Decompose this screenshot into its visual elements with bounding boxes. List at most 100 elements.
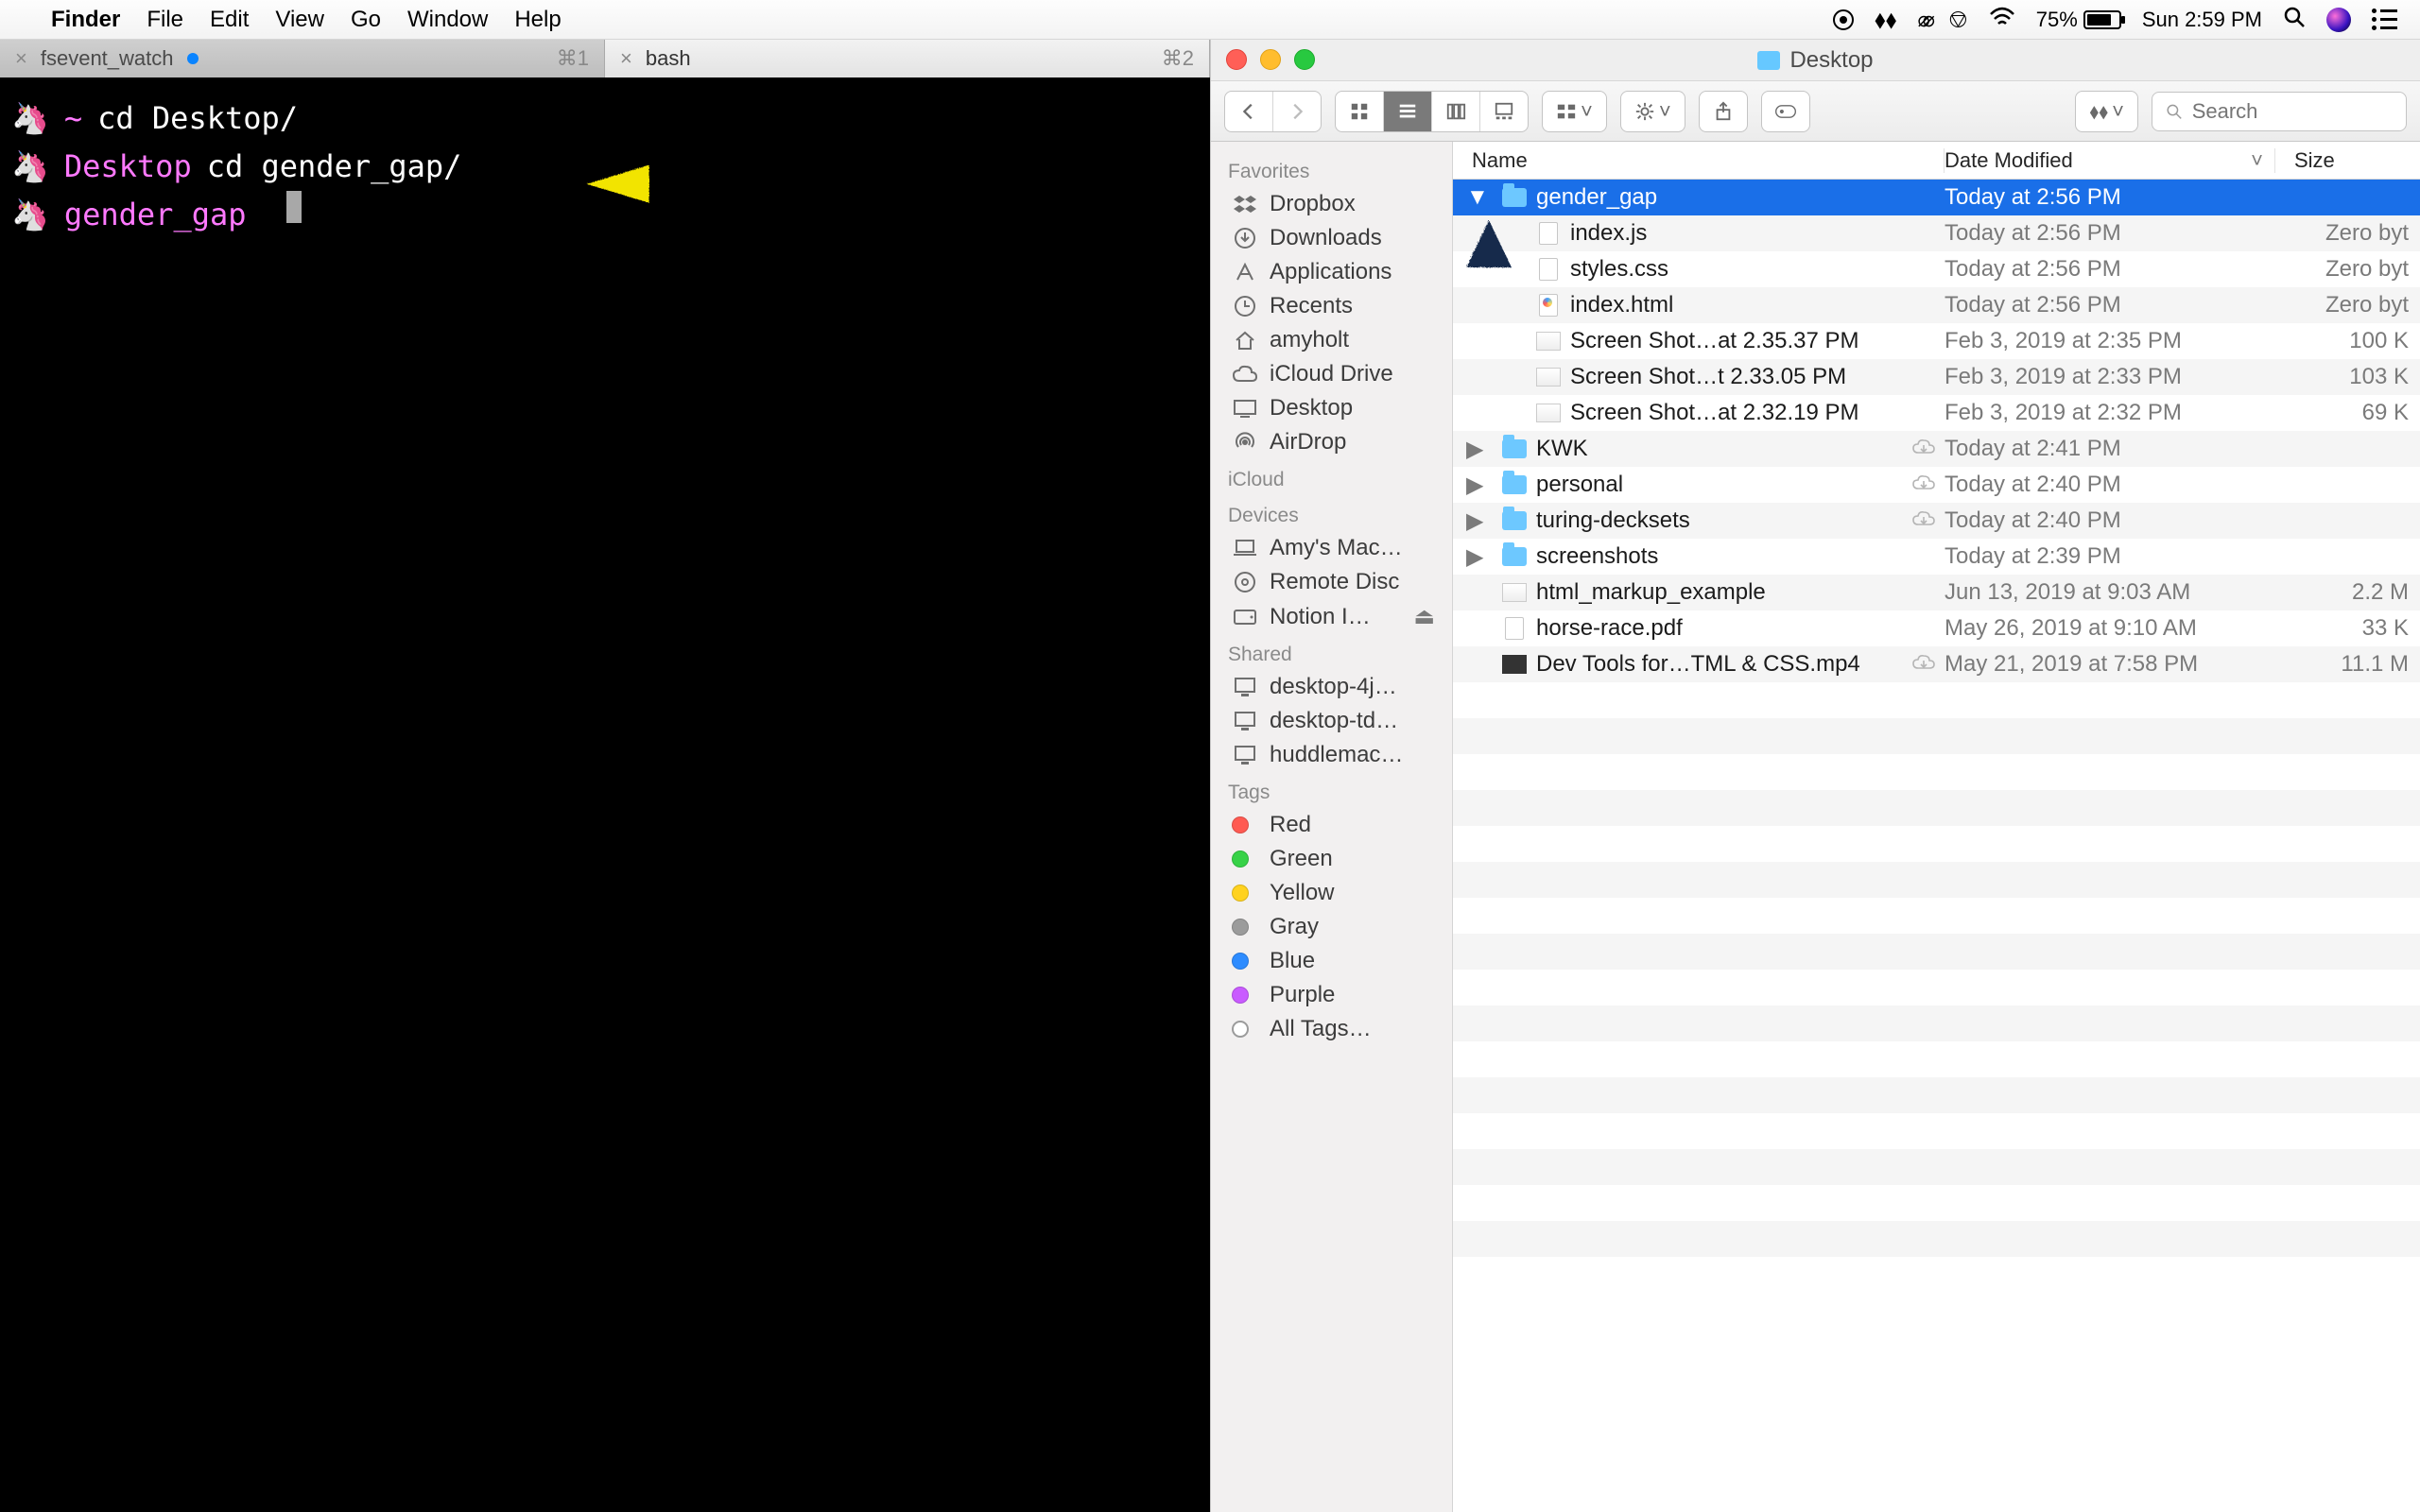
terminal-body[interactable]: 🦄 ~ cd Desktop/ 🦄 Desktop cd gender_gap/… <box>0 77 1210 1512</box>
sidebar-tag[interactable]: Gray <box>1211 910 1452 944</box>
sidebar-item[interactable]: Remote Disc <box>1211 565 1452 599</box>
clock[interactable]: Sun 2:59 PM <box>2142 8 2262 32</box>
back-button[interactable] <box>1225 92 1273 131</box>
menu-go[interactable]: Go <box>351 7 381 33</box>
col-date[interactable]: Date Modified˅ <box>1945 148 2275 173</box>
list-view-button[interactable] <box>1384 92 1432 131</box>
spotlight-icon[interactable] <box>2283 6 2306 34</box>
sidebar-item[interactable]: desktop-td… <box>1211 704 1452 738</box>
bluetooth-icon[interactable]: ⎊ <box>1948 5 1968 35</box>
menu-file[interactable]: File <box>147 7 183 33</box>
table-row[interactable]: ▼gender_gapToday at 2:56 PM <box>1453 180 2420 215</box>
table-row[interactable]: ▶KWKToday at 2:41 PM <box>1453 431 2420 467</box>
sidebar-item-label: Notion I… <box>1270 604 1371 630</box>
table-row-empty <box>1453 790 2420 826</box>
sidebar-item-label: Blue <box>1270 948 1315 974</box>
table-row[interactable]: index.jsToday at 2:56 PMZero byt <box>1453 215 2420 251</box>
dropbox-toolbar-button[interactable]: ⬧⬧˅ <box>2076 92 2137 131</box>
table-row[interactable]: horse-race.pdfMay 26, 2019 at 9:10 AM33 … <box>1453 610 2420 646</box>
sidebar-item[interactable]: AirDrop <box>1211 425 1452 459</box>
sidebar-item[interactable]: amyholt <box>1211 323 1452 357</box>
minimize-window-button[interactable] <box>1260 49 1281 70</box>
close-window-button[interactable] <box>1226 49 1247 70</box>
sidebar-tag[interactable]: Yellow <box>1211 876 1452 910</box>
tag-dot-icon <box>1232 919 1249 936</box>
menu-window[interactable]: Window <box>407 7 488 33</box>
sidebar-tag[interactable]: Blue <box>1211 944 1452 978</box>
battery-indicator[interactable]: 75% <box>2036 8 2121 32</box>
menu-app[interactable]: Finder <box>51 7 120 33</box>
menu-help[interactable]: Help <box>514 7 561 33</box>
tags-button[interactable] <box>1762 92 1809 131</box>
group-by-button[interactable]: ˅ <box>1543 92 1606 131</box>
dropbox-menubar-icon[interactable]: ⬧⬧ <box>1875 5 1896 35</box>
table-row[interactable]: Screen Shot…at 2.32.19 PMFeb 3, 2019 at … <box>1453 395 2420 431</box>
screenrec-icon[interactable] <box>1833 9 1854 30</box>
table-row[interactable]: styles.cssToday at 2:56 PMZero byt <box>1453 251 2420 287</box>
action-button[interactable]: ˅ <box>1621 92 1685 131</box>
share-button[interactable] <box>1700 92 1747 131</box>
command-text: cd Desktop/ <box>97 94 298 143</box>
sidebar-item[interactable]: huddlemac… <box>1211 738 1452 772</box>
cloud-download-icon[interactable] <box>1912 507 1935 534</box>
terminal-tab-1[interactable]: × fsevent_watch ⌘1 <box>0 40 605 77</box>
cloud-download-icon[interactable] <box>1912 436 1935 462</box>
sidebar-tag[interactable]: Purple <box>1211 978 1452 1012</box>
disclosure-triangle-icon[interactable]: ▶ <box>1466 543 1483 571</box>
gallery-view-button[interactable] <box>1480 92 1528 131</box>
table-row-empty <box>1453 1005 2420 1041</box>
menu-edit[interactable]: Edit <box>210 7 249 33</box>
eject-icon[interactable]: ⏏ <box>1413 603 1435 630</box>
sidebar-item[interactable]: Dropbox <box>1211 187 1452 221</box>
table-row[interactable]: html_markup_exampleJun 13, 2019 at 9:03 … <box>1453 575 2420 610</box>
file-date: Today at 2:41 PM <box>1945 436 2275 462</box>
sidebar-item[interactable]: Notion I… ⏏ <box>1211 599 1452 634</box>
menu-view[interactable]: View <box>275 7 324 33</box>
icon-view-button[interactable] <box>1336 92 1384 131</box>
siri-icon[interactable] <box>2326 8 2351 32</box>
forward-button[interactable] <box>1273 92 1321 131</box>
sidebar-tag[interactable]: Green <box>1211 842 1452 876</box>
disclosure-triangle-icon[interactable]: ▶ <box>1466 436 1483 463</box>
close-icon[interactable]: × <box>15 46 27 71</box>
prompt-icon: 🦄 <box>11 94 49 143</box>
zoom-window-button[interactable] <box>1294 49 1315 70</box>
disclosure-triangle-icon[interactable]: ▶ <box>1466 472 1483 499</box>
table-row[interactable]: ▶screenshotsToday at 2:39 PM <box>1453 539 2420 575</box>
sidebar-item[interactable]: Amy's Mac… <box>1211 531 1452 565</box>
cloud-download-icon[interactable] <box>1912 651 1935 678</box>
close-icon[interactable]: × <box>620 46 632 71</box>
sidebar-item[interactable]: Downloads <box>1211 221 1452 255</box>
cloud-download-icon[interactable] <box>1912 472 1935 498</box>
col-size[interactable]: Size <box>2275 148 2420 173</box>
html-file-icon <box>1536 295 1561 316</box>
sidebar-tag[interactable]: All Tags… <box>1211 1012 1452 1046</box>
sidebar-item[interactable]: Recents <box>1211 289 1452 323</box>
sidebar-tag[interactable]: Red <box>1211 808 1452 842</box>
col-name[interactable]: Name <box>1453 148 1945 173</box>
table-row[interactable]: Screen Shot…at 2.35.37 PMFeb 3, 2019 at … <box>1453 323 2420 359</box>
disclosure-triangle-icon[interactable]: ▼ <box>1466 184 1483 211</box>
disclosure-triangle-icon[interactable]: ▶ <box>1466 507 1483 535</box>
notification-center-icon[interactable] <box>2372 9 2397 30</box>
search-input[interactable] <box>2192 99 2393 124</box>
sidebar-item[interactable]: iCloud Drive <box>1211 357 1452 391</box>
sidebar-item[interactable]: Applications <box>1211 255 1452 289</box>
sidebar-item[interactable]: desktop-4j… <box>1211 670 1452 704</box>
table-row[interactable]: ▶personalToday at 2:40 PM <box>1453 467 2420 503</box>
table-row[interactable]: Screen Shot…t 2.33.05 PMFeb 3, 2019 at 2… <box>1453 359 2420 395</box>
search-field[interactable] <box>2152 92 2407 131</box>
finder-titlebar[interactable]: Desktop <box>1211 40 2420 81</box>
wifi-icon[interactable] <box>1989 7 2015 33</box>
table-row[interactable]: Dev Tools for…TML & CSS.mp4May 21, 2019 … <box>1453 646 2420 682</box>
terminal-tab-2[interactable]: × bash ⌘2 <box>605 40 1210 77</box>
sidebar-item[interactable]: Desktop <box>1211 391 1452 425</box>
folder-icon <box>1502 546 1527 567</box>
goggles-icon[interactable]: ⌀⌀ <box>1917 8 1927 32</box>
sidebar-heading-shared: Shared <box>1211 634 1452 670</box>
table-row[interactable]: index.htmlToday at 2:56 PMZero byt <box>1453 287 2420 323</box>
table-row[interactable]: ▶turing-decksetsToday at 2:40 PM <box>1453 503 2420 539</box>
laptop-icon <box>1232 537 1258 559</box>
column-view-button[interactable] <box>1432 92 1480 131</box>
tab-title: fsevent_watch <box>41 46 174 71</box>
